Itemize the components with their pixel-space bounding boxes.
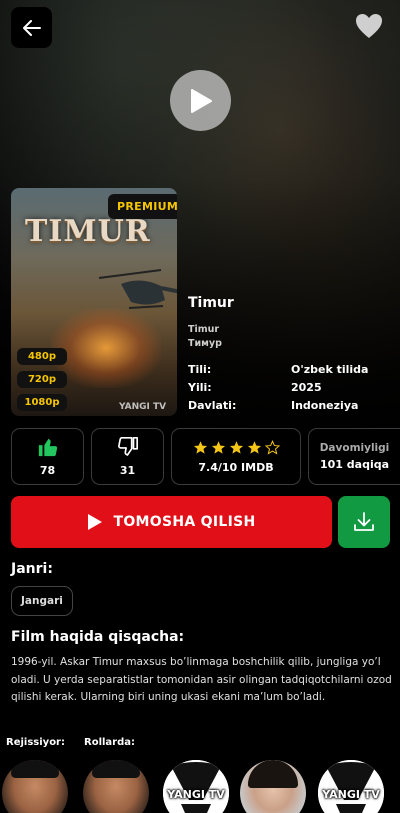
poster-explosion xyxy=(51,308,161,388)
logo-text: YANGI TV xyxy=(167,788,225,801)
quality-480p-badge[interactable]: 480p xyxy=(17,348,67,365)
alt-name-cyrillic: Тимур xyxy=(188,338,222,349)
quality-1080p-badge[interactable]: 1080p xyxy=(17,394,67,411)
yangi-tv-logo-icon xyxy=(163,760,229,813)
description-title: Film haqida qisqacha: xyxy=(11,629,185,645)
star-half-icon xyxy=(247,440,261,454)
star-empty-icon xyxy=(264,439,280,455)
description-text: 1996-yil. Askar Timur maxsus bo’linmaga … xyxy=(11,656,392,703)
actor-avatar[interactable] xyxy=(83,760,149,813)
actors-label: Rollarda: xyxy=(84,737,136,748)
watch-button-label: TOMOSHA QILISH xyxy=(113,514,256,530)
rating-stars xyxy=(193,439,280,455)
logo-text: YANGI TV xyxy=(322,788,380,801)
dislike-count: 31 xyxy=(119,464,136,477)
download-button[interactable] xyxy=(338,496,390,548)
actor-avatar[interactable] xyxy=(240,760,306,813)
actor-avatar-placeholder[interactable]: YANGI TV xyxy=(163,760,229,813)
dislike-button[interactable]: 31 xyxy=(91,428,164,485)
star-filled-icon xyxy=(229,440,243,454)
thumbs-down-icon xyxy=(117,437,138,456)
helicopter-icon xyxy=(98,269,177,309)
favorite-heart-icon[interactable] xyxy=(355,13,383,39)
movie-title: Timur xyxy=(188,295,234,311)
play-icon xyxy=(190,88,212,113)
actor-avatar-placeholder[interactable]: YANGI TV xyxy=(318,760,384,813)
back-button[interactable] xyxy=(11,7,52,48)
genre-title: Janri: xyxy=(11,561,53,577)
detail-value: O'zbek tilida xyxy=(291,363,369,376)
duration-label: Davomiyligi xyxy=(319,442,390,454)
star-filled-icon xyxy=(211,440,225,454)
duration-value: 101 daqiqa xyxy=(319,458,390,471)
detail-key: Davlati: xyxy=(188,399,237,412)
poster-watermark: YANGI TV xyxy=(119,402,167,412)
director-avatar[interactable] xyxy=(2,760,68,813)
arrow-left-icon xyxy=(22,19,41,36)
like-button[interactable]: 78 xyxy=(11,428,84,485)
download-icon xyxy=(354,512,374,531)
quality-720p-badge[interactable]: 720p xyxy=(17,371,67,388)
detail-key: Yili: xyxy=(188,381,212,394)
premium-badge: PREMIUM xyxy=(108,194,177,219)
director-label: Rejissiyor: xyxy=(6,737,65,748)
play-trailer-button[interactable] xyxy=(170,70,231,131)
imdb-rating-text: 7.4/10 IMDB xyxy=(198,460,274,474)
thumbs-up-icon xyxy=(38,438,57,457)
like-count: 78 xyxy=(39,464,56,477)
poster-title-art: TIMUR xyxy=(25,214,151,249)
imdb-rating-card: 7.4/10 IMDB xyxy=(171,428,301,485)
alt-name-latin: Timur xyxy=(188,324,220,335)
detail-key: Tili: xyxy=(188,363,212,376)
movie-poster: TIMUR PREMIUM 480p 720p 1080p YANGI TV xyxy=(11,188,177,416)
yangi-tv-logo-icon xyxy=(318,760,384,813)
watch-button[interactable]: TOMOSHA QILISH xyxy=(11,496,332,548)
detail-value: Indoneziya xyxy=(291,399,359,412)
duration-card: Davomiyligi 101 daqiqa xyxy=(308,428,400,485)
star-filled-icon xyxy=(193,440,207,454)
play-icon xyxy=(88,514,103,530)
genre-chip[interactable]: Jangari xyxy=(11,586,73,616)
detail-value: 2025 xyxy=(291,381,322,394)
